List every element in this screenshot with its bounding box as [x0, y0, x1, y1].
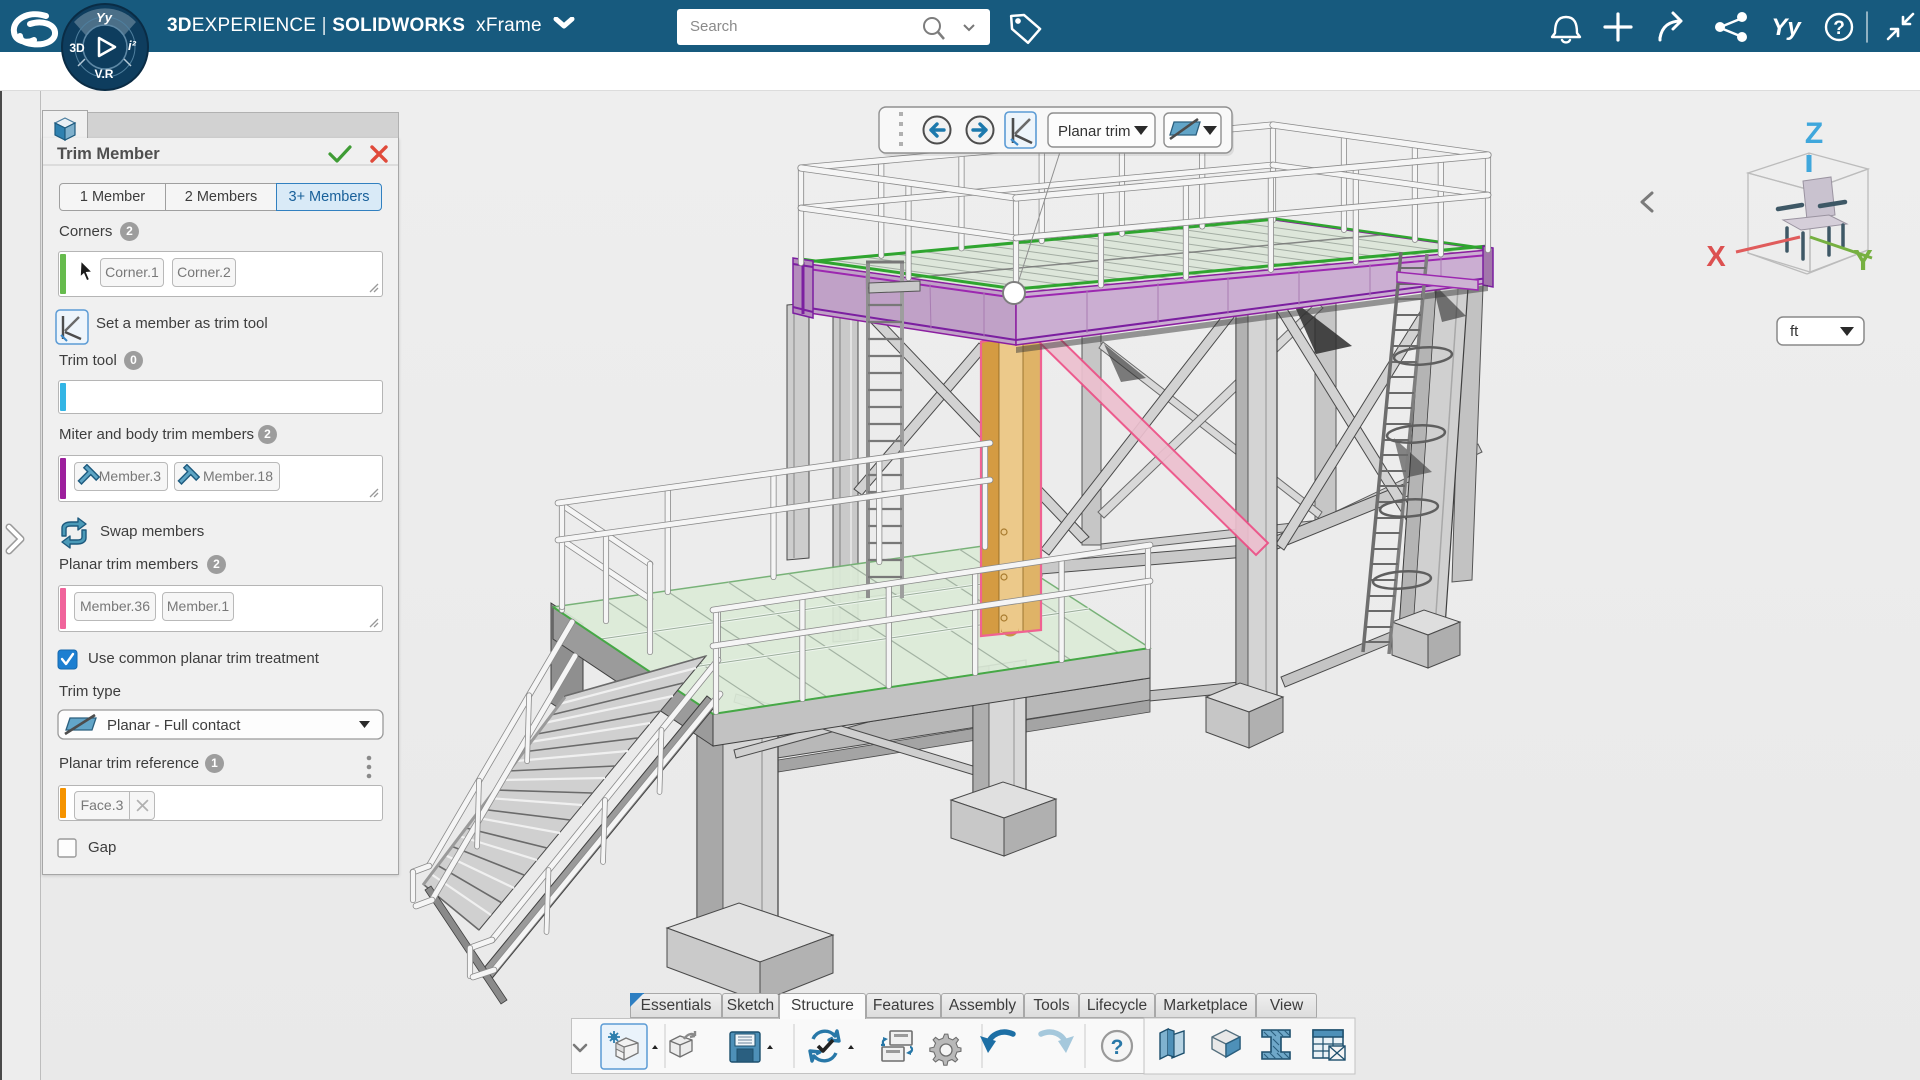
svg-text:Yy: Yy [96, 10, 113, 25]
svg-text:Yy: Yy [1771, 14, 1802, 41]
svg-text:ft: ft [1790, 323, 1799, 340]
svg-text:Trim Member: Trim Member [57, 145, 160, 163]
svg-text:?: ? [1833, 18, 1845, 39]
svg-text:X: X [1706, 241, 1726, 273]
svg-text:Planar - Full contact: Planar - Full contact [107, 717, 241, 734]
svg-text:V.R: V.R [95, 67, 114, 81]
svg-text:3D: 3D [69, 41, 85, 55]
svg-text:?: ? [1111, 1036, 1124, 1059]
svg-text:i²: i² [128, 38, 137, 53]
svg-text:Y: Y [1853, 245, 1872, 277]
svg-text:Planar trim: Planar trim [1058, 123, 1131, 140]
